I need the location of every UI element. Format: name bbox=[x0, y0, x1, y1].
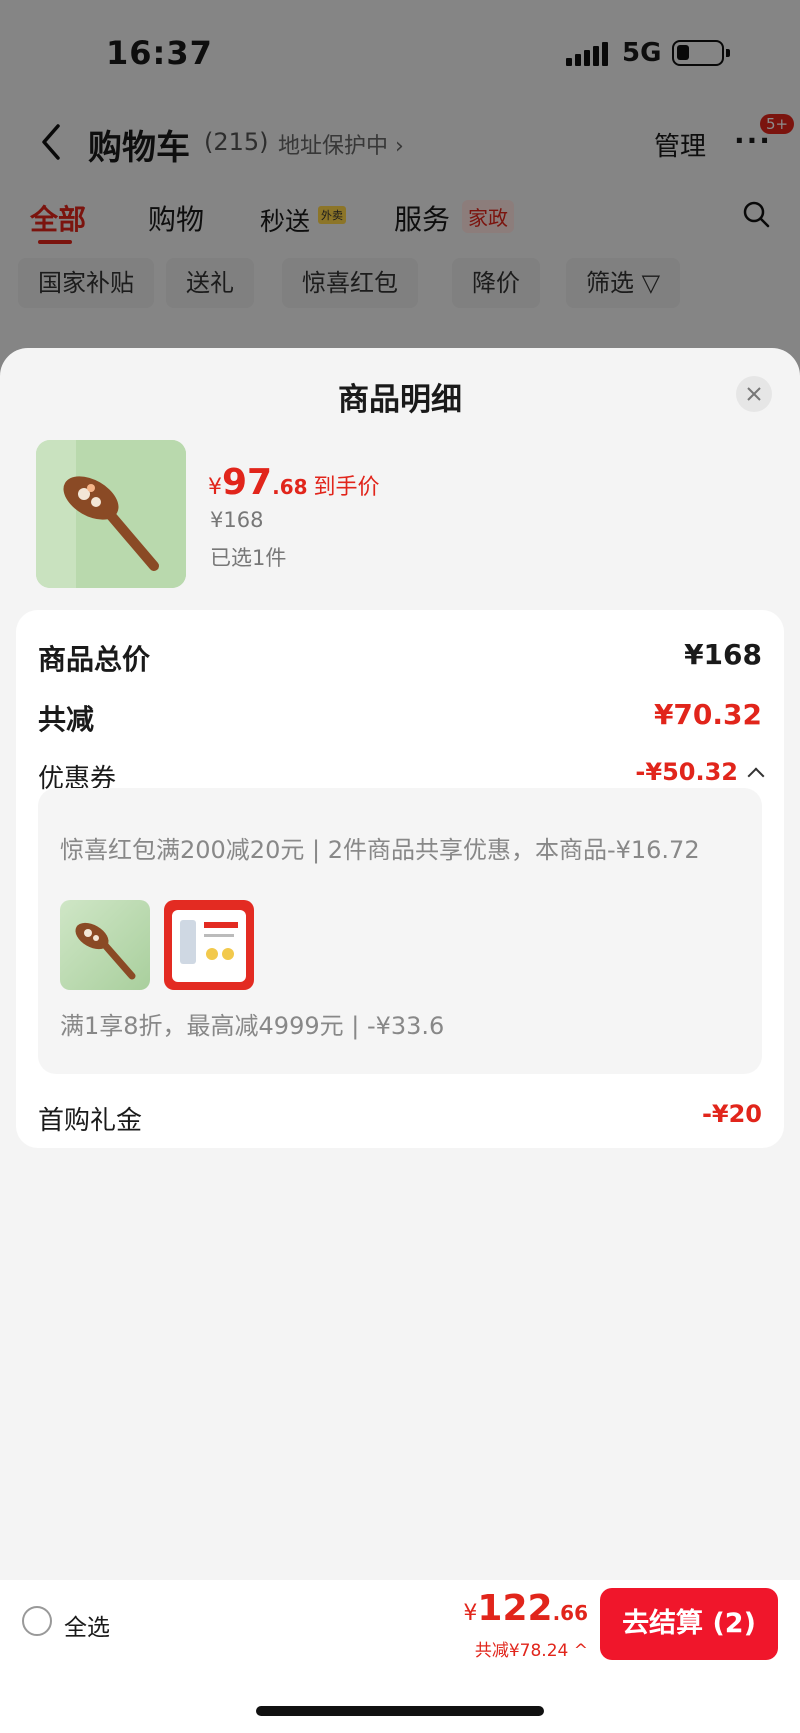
selected-count: 已选1件 bbox=[210, 546, 287, 570]
price-tag: 到手价 bbox=[313, 475, 380, 500]
coupon-toggle[interactable]: -¥50.32 bbox=[635, 758, 765, 786]
sheet-title: 商品明细 bbox=[338, 382, 462, 418]
reduction-value: ¥70.32 bbox=[653, 698, 762, 731]
total-currency: ¥ bbox=[463, 1601, 478, 1626]
total-price-value: ¥168 bbox=[684, 638, 762, 671]
coupon-product-thumb-comb bbox=[60, 900, 150, 990]
cart-total-price: ¥122.66 bbox=[463, 1588, 588, 1629]
coupon-value: -¥50.32 bbox=[635, 758, 738, 786]
chevron-up-icon bbox=[747, 767, 765, 785]
coupon-detail-box: 惊喜红包满200减20元 | 2件商品共享优惠，本商品-¥16.72 满1享8折… bbox=[38, 788, 762, 1074]
home-indicator bbox=[256, 1706, 544, 1716]
first-purchase-gift-label: 首购礼金 bbox=[38, 1106, 143, 1136]
total-price-label: 商品总价 bbox=[38, 643, 151, 676]
close-icon bbox=[747, 387, 761, 401]
original-price: ¥168 bbox=[210, 508, 264, 532]
reduction-label: 共减 bbox=[38, 703, 95, 736]
price-decimal: .68 bbox=[272, 475, 308, 499]
select-all-label[interactable]: 全选 bbox=[64, 1608, 110, 1642]
coupon-product-thumb-other bbox=[164, 900, 254, 990]
close-button[interactable] bbox=[736, 376, 772, 412]
price-currency: ¥ bbox=[208, 475, 222, 500]
checkout-button[interactable]: 去结算 (2) bbox=[600, 1588, 778, 1660]
first-purchase-gift-value: -¥20 bbox=[701, 1100, 762, 1128]
product-final-price: ¥97.68 到手价 bbox=[208, 462, 380, 503]
price-integer: 97 bbox=[222, 462, 273, 503]
product-image bbox=[36, 440, 186, 588]
bottom-safe-area bbox=[0, 1663, 800, 1733]
price-detail-card: 商品总价 ¥168 共减 ¥70.32 优惠券 -¥50.32 惊喜红包满200… bbox=[16, 610, 784, 1148]
total-reduction-toggle[interactable]: 共减¥78.24 ^ bbox=[475, 1636, 588, 1661]
checkout-bar: 全选 ¥122.66 共减¥78.24 ^ 去结算 (2) bbox=[0, 1580, 800, 1663]
product-detail-sheet: 商品明细 ¥97.68 到手价 ¥168 已选1件 商品总价 ¥168 共减 ¥7… bbox=[0, 348, 800, 1733]
total-decimal: .66 bbox=[552, 1601, 588, 1625]
select-all-checkbox[interactable] bbox=[22, 1606, 52, 1636]
coupon-discount-text: 满1享8折，最高减4999元 | -¥33.6 bbox=[60, 1012, 445, 1040]
coupon-redpacket-text: 惊喜红包满200减20元 | 2件商品共享优惠，本商品-¥16.72 bbox=[60, 836, 700, 864]
total-integer: 122 bbox=[477, 1588, 553, 1629]
